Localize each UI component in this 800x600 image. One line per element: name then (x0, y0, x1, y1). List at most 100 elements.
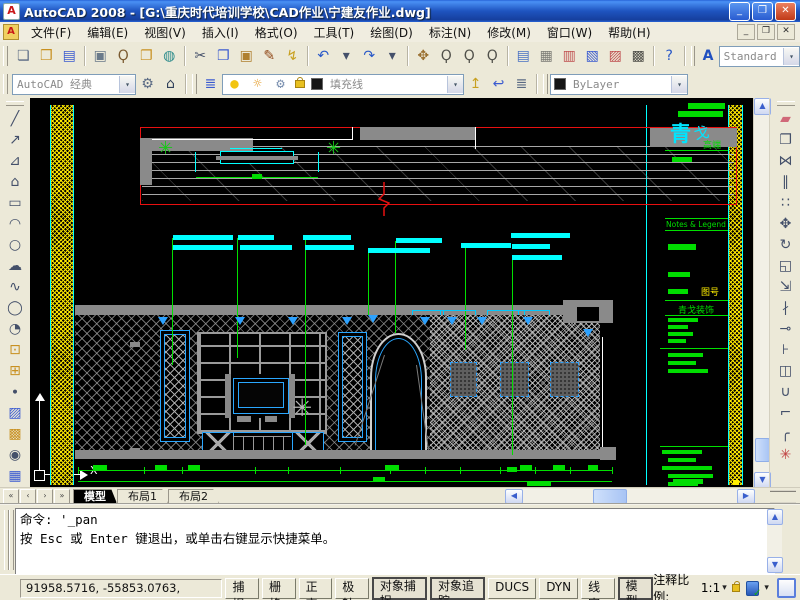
toolbar-grip[interactable] (3, 74, 8, 94)
restore-button[interactable]: ❐ (752, 2, 773, 21)
chamfer-button[interactable]: ⌐ (775, 402, 797, 423)
zoom-previous-button[interactable]: Ϙ (481, 45, 504, 68)
plot-preview-button[interactable]: Ϙ (112, 45, 135, 68)
text-style-button[interactable]: A (697, 45, 718, 68)
layer-on-bulb-button[interactable]: ● (223, 73, 246, 96)
publish-button[interactable]: ❐ (135, 45, 158, 68)
make-block-button[interactable]: ⊞ (4, 360, 26, 381)
chevron-down-icon[interactable]: ▾ (119, 76, 135, 93)
color-combo[interactable]: ByLayer ▾ (550, 74, 688, 95)
mdi-close-button[interactable]: ✕ (777, 24, 795, 40)
menu-window[interactable]: 窗口(W) (539, 22, 600, 43)
coordinate-readout[interactable]: 91958.5716, -55853.0763, 0.0000 (20, 579, 222, 598)
join-button[interactable]: ∪ (775, 381, 797, 402)
toolbar-grip[interactable] (192, 74, 197, 94)
horizontal-scroll-thumb[interactable] (593, 489, 627, 504)
zoom-realtime-button[interactable]: Ϙ (435, 45, 458, 68)
lock-icon[interactable] (732, 584, 741, 592)
mirror-button[interactable]: ⋈ (775, 150, 797, 171)
chevron-down-icon[interactable]: ▾ (671, 76, 687, 93)
annotation-visibility-icon[interactable]: ✓ (746, 581, 759, 596)
menu-file[interactable]: 文件(F) (23, 22, 79, 43)
tab-nav-next[interactable]: › (37, 489, 53, 504)
match-properties-button[interactable]: ✎ (258, 45, 281, 68)
region-button[interactable]: ◉ (4, 444, 26, 465)
erase-button[interactable]: ▰ (775, 108, 797, 129)
offset-button[interactable]: ∥ (775, 171, 797, 192)
move-button[interactable]: ✥ (775, 213, 797, 234)
layer-combo[interactable]: ●☼⚙ 填充线 ▾ (222, 74, 464, 95)
help-button[interactable]: ? (658, 45, 681, 68)
status-menu-arrow-icon[interactable]: ▾ (764, 583, 769, 593)
open-button[interactable]: ❒ (35, 45, 58, 68)
chevron-down-icon[interactable]: ▾ (447, 76, 463, 93)
cut-button[interactable]: ✂ (189, 45, 212, 68)
toggle-ortho[interactable]: 正交 (299, 578, 333, 599)
toolbar-grip[interactable] (543, 74, 548, 94)
plot-button[interactable]: ▣ (89, 45, 112, 68)
rectangle-button[interactable]: ▭ (4, 192, 26, 213)
horizontal-scrollbar[interactable]: ◀ ▶ (505, 489, 753, 503)
drawing-canvas[interactable]: X ✳ ✳ (30, 98, 753, 487)
menu-edit[interactable]: 编辑(E) (79, 22, 136, 43)
annotation-scale-value[interactable]: 1:1 (701, 581, 720, 595)
menu-format[interactable]: 格式(O) (247, 22, 306, 43)
layer-vp-freeze-button[interactable]: ⚙ (269, 73, 292, 96)
revision-cloud-button[interactable]: ☁ (4, 255, 26, 276)
explode-button[interactable]: ✳ (775, 444, 797, 465)
designcenter-button[interactable]: ▦ (535, 45, 558, 68)
command-scrollbar[interactable]: ▲ ▼ (767, 509, 782, 571)
redo-button[interactable]: ↷ (358, 45, 381, 68)
fillet-button[interactable]: ╭ (775, 423, 797, 444)
layer-states-manager-button[interactable]: ≣ (510, 73, 533, 96)
ellipse-button[interactable]: ◯ (4, 297, 26, 318)
etransmit-button[interactable]: ◍ (158, 45, 181, 68)
pan-realtime-button[interactable]: ✥ (412, 45, 435, 68)
undo-drop-button[interactable]: ▾ (335, 45, 358, 68)
quickcalc-button[interactable]: ▩ (627, 45, 650, 68)
scroll-left-icon[interactable]: ◀ (505, 489, 523, 504)
insert-block-button[interactable]: ⊡ (4, 339, 26, 360)
tab-nav-prev[interactable]: ‹ (20, 489, 36, 504)
toggle-ducs[interactable]: DUCS (488, 578, 536, 599)
qnew-button[interactable]: ❏ (12, 45, 35, 68)
tab-layout2[interactable]: 布局2 (168, 489, 219, 504)
polyline-button[interactable]: ⊿ (4, 150, 26, 171)
sheet-set-manager-button[interactable]: ▧ (581, 45, 604, 68)
markup-set-manager-button[interactable]: ▨ (604, 45, 627, 68)
menu-insert[interactable]: 插入(I) (194, 22, 247, 43)
workspace-combo[interactable]: AutoCAD 经典 ▾ (12, 74, 136, 95)
toggle-otrack[interactable]: 对象追踪 (430, 577, 485, 600)
menu-dimension[interactable]: 标注(N) (421, 22, 479, 43)
line-button[interactable]: ╱ (4, 108, 26, 129)
ellipse-arc-button[interactable]: ◔ (4, 318, 26, 339)
menu-view[interactable]: 视图(V) (136, 22, 194, 43)
point-button[interactable]: ∙ (4, 381, 26, 402)
command-text-area[interactable]: 命令: '_pan按 Esc 或 Enter 键退出，或单击右键显示快捷菜单。 (15, 508, 775, 578)
toolbar-grip[interactable] (691, 46, 696, 66)
toolbar-grip[interactable] (777, 101, 795, 106)
undo-button[interactable]: ↶ (312, 45, 335, 68)
arc-button[interactable]: ◠ (4, 213, 26, 234)
gradient-button[interactable]: ▩ (4, 423, 26, 444)
copy-clip-button[interactable]: ❐ (212, 45, 235, 68)
menu-modify[interactable]: 修改(M) (479, 22, 539, 43)
redo-drop-button[interactable]: ▾ (381, 45, 404, 68)
minimize-button[interactable]: _ (729, 2, 750, 21)
tab-nav-last[interactable]: » (54, 489, 70, 504)
chevron-down-icon[interactable]: ▾ (783, 48, 799, 65)
toggle-osnap[interactable]: 对象捕捉 (372, 577, 427, 600)
polygon-button[interactable]: ⌂ (4, 171, 26, 192)
toggle-polar[interactable]: 极轴 (335, 578, 369, 599)
properties-palette-button[interactable]: ▤ (512, 45, 535, 68)
workspace-settings-button[interactable]: ⚙ (136, 73, 159, 96)
toggle-snap[interactable]: 捕捉 (225, 578, 259, 599)
toolbar-grip[interactable] (3, 46, 8, 66)
paste-button[interactable]: ▣ (235, 45, 258, 68)
tab-model[interactable]: 模型 (73, 489, 117, 504)
layer-previous-button[interactable]: ↩ (487, 73, 510, 96)
rotate-button[interactable]: ↻ (775, 234, 797, 255)
vertical-scrollbar[interactable]: ▲ ▼ (753, 98, 770, 487)
extend-button[interactable]: ⊸ (775, 318, 797, 339)
zoom-window-button[interactable]: Ϙ (458, 45, 481, 68)
